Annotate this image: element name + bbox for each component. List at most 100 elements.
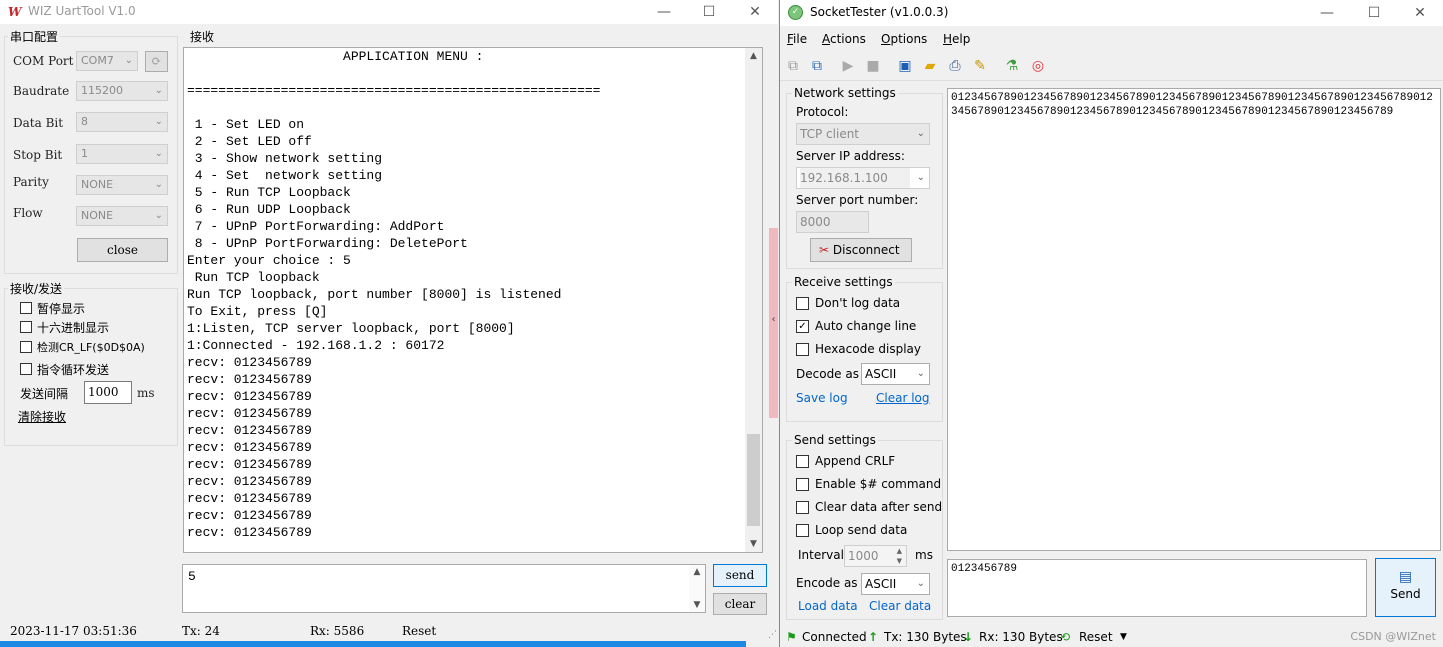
parity-label: Parity	[13, 175, 49, 189]
server-port-input[interactable]: 8000	[796, 211, 869, 233]
data-bit-select[interactable]: 8 ⌄	[76, 112, 168, 132]
connect-icon[interactable]: ⧉	[784, 57, 802, 75]
test-flask-icon[interactable]: ⚗	[1003, 57, 1021, 75]
chevron-down-icon: ⌄	[154, 210, 163, 221]
maximize-button[interactable]: ☐	[695, 2, 723, 22]
terminal-line: 1:Connected - 192.168.1.2 : 60172	[187, 338, 445, 353]
clear-data-link[interactable]: Clear data	[869, 599, 931, 613]
clear-receive-link[interactable]: 清除接收	[18, 408, 66, 425]
maximize-button[interactable]: ☐	[1360, 3, 1388, 23]
stepper-arrows-icon[interactable]: ▲ ▼	[897, 546, 902, 566]
scroll-down-icon[interactable]: ▼	[689, 600, 705, 610]
encode-label: Encode as	[796, 576, 858, 590]
scroll-thumb[interactable]	[747, 434, 760, 526]
sockettester-window: ✓ SocketTester (v1.0.0.3) — ☐ ✕ File Act…	[779, 0, 1443, 647]
com-port-select[interactable]: COM7 ⌄	[76, 51, 138, 71]
interval-stepper[interactable]: 1000 ▲ ▼	[844, 545, 907, 567]
menu-file[interactable]: File	[787, 32, 807, 46]
resize-grip-icon[interactable]: ⋰	[768, 630, 777, 640]
refresh-ports-button[interactable]: ⟳	[145, 51, 168, 72]
status-connected: Connected	[802, 630, 867, 644]
scroll-up-icon[interactable]: ▲	[689, 567, 705, 577]
auto-change-line-checkbox[interactable]: ✓	[796, 320, 809, 333]
progress-bar	[0, 641, 746, 647]
com-port-label: COM Port	[13, 54, 74, 68]
status-rx: Rx: 130 Bytes	[979, 630, 1063, 644]
decode-select[interactable]: ASCII ⌄	[861, 363, 930, 385]
terminal-line: ========================================…	[187, 83, 601, 98]
reset-dropdown-icon[interactable]: ▼	[1120, 632, 1127, 642]
send-icon: ▤	[1398, 569, 1413, 585]
send-interval-input[interactable]: 1000	[84, 381, 132, 404]
append-crlf-checkbox[interactable]	[796, 455, 809, 468]
close-window-button[interactable]: ✕	[741, 2, 769, 22]
receive-data-pane[interactable]: 0123456789012345678901234567890123456789…	[947, 88, 1441, 551]
enable-command-label: Enable $# command	[815, 477, 942, 491]
menu-actions[interactable]: Actions	[822, 32, 866, 46]
chevron-down-icon: ⌄	[154, 148, 163, 159]
send-input[interactable]: 5	[182, 564, 706, 613]
enable-command-checkbox[interactable]	[796, 478, 809, 491]
hexcode-display-checkbox[interactable]	[796, 343, 809, 356]
clean-brush-icon[interactable]: ✎	[971, 57, 989, 75]
terminal-lines: APPLICATION MENU : =====================…	[187, 48, 747, 541]
scroll-up-icon[interactable]: ▲	[745, 51, 762, 61]
save-log-link[interactable]: Save log	[796, 391, 848, 405]
send-toolbar-icon[interactable]: ▶	[839, 57, 857, 75]
hex-display-checkbox[interactable]	[20, 321, 32, 333]
save-icon[interactable]: ▣	[896, 57, 914, 75]
menu-help[interactable]: Help	[943, 32, 970, 46]
menu-options[interactable]: Options	[881, 32, 927, 46]
clear-after-send-checkbox[interactable]	[796, 501, 809, 514]
send-interval-label: 发送间隔	[20, 387, 69, 401]
connected-flag-icon: ⚑	[786, 630, 797, 644]
status-reset[interactable]: Reset	[402, 624, 436, 638]
stop-bit-select[interactable]: 1 ⌄	[76, 144, 168, 164]
disconnect-button[interactable]: ✂ Disconnect	[810, 238, 912, 262]
status-reset[interactable]: Reset	[1079, 630, 1113, 644]
terminal-line: 1:Listen, TCP server loopback, port [800…	[187, 321, 515, 336]
dont-log-checkbox[interactable]	[796, 297, 809, 310]
append-crlf-label: Append CRLF	[815, 454, 896, 468]
baudrate-select[interactable]: 115200 ⌄	[76, 81, 168, 101]
stop-icon[interactable]: ■	[864, 57, 882, 75]
receive-terminal[interactable]: APPLICATION MENU : =====================…	[183, 47, 763, 553]
auto-change-line-label: Auto change line	[815, 319, 917, 333]
print-icon[interactable]: ⎙	[946, 57, 964, 75]
encode-select[interactable]: ASCII ⌄	[861, 573, 930, 595]
send-button[interactable]: ▤ Send	[1375, 558, 1436, 617]
disconnect-icon[interactable]: ⧉	[808, 57, 826, 75]
terminal-line: recv: 0123456789	[187, 423, 312, 438]
pause-display-checkbox[interactable]	[20, 302, 32, 314]
loop-send-checkbox[interactable]	[20, 363, 32, 375]
terminal-scrollbar[interactable]: ▲ ▼	[745, 48, 762, 552]
protocol-select[interactable]: TCP client ⌄	[796, 123, 930, 145]
terminal-line: recv: 0123456789	[187, 457, 312, 472]
help-lifebuoy-icon[interactable]: ◎	[1029, 57, 1047, 75]
send-input-scrollbar[interactable]: ▲ ▼	[689, 565, 705, 612]
clear-log-link[interactable]: Clear log	[876, 391, 930, 405]
refresh-icon: ⟳	[151, 54, 162, 68]
close-port-button[interactable]: close	[77, 238, 168, 262]
detect-crlf-label: 检测CR_LF($0D$0A)	[37, 341, 145, 354]
minimize-button[interactable]: —	[650, 2, 678, 22]
terminal-line: 1 - Set LED on	[187, 117, 305, 132]
collapse-arrow-icon[interactable]: ‹	[769, 314, 778, 325]
send-data-input[interactable]: 0123456789	[947, 559, 1367, 617]
parity-select[interactable]: NONE ⌄	[76, 175, 168, 195]
scroll-down-icon[interactable]: ▼	[745, 539, 762, 549]
send-button[interactable]: send	[713, 564, 767, 587]
server-ip-input[interactable]: 192.168.1.100 ⌄	[796, 167, 930, 189]
pause-display-label: 暂停显示	[37, 302, 86, 316]
open-folder-icon[interactable]: ▰	[921, 57, 939, 75]
minimize-button[interactable]: —	[1313, 3, 1341, 23]
close-window-button[interactable]: ✕	[1406, 3, 1434, 23]
status-tx: Tx: 130 Bytes	[884, 630, 967, 644]
load-data-link[interactable]: Load data	[798, 599, 858, 613]
detect-crlf-checkbox[interactable]	[20, 341, 32, 353]
clear-button[interactable]: clear	[713, 593, 767, 615]
clear-after-send-label: Clear data after send	[815, 500, 943, 514]
flow-select[interactable]: NONE ⌄	[76, 206, 168, 226]
loop-send-checkbox[interactable]	[796, 524, 809, 537]
